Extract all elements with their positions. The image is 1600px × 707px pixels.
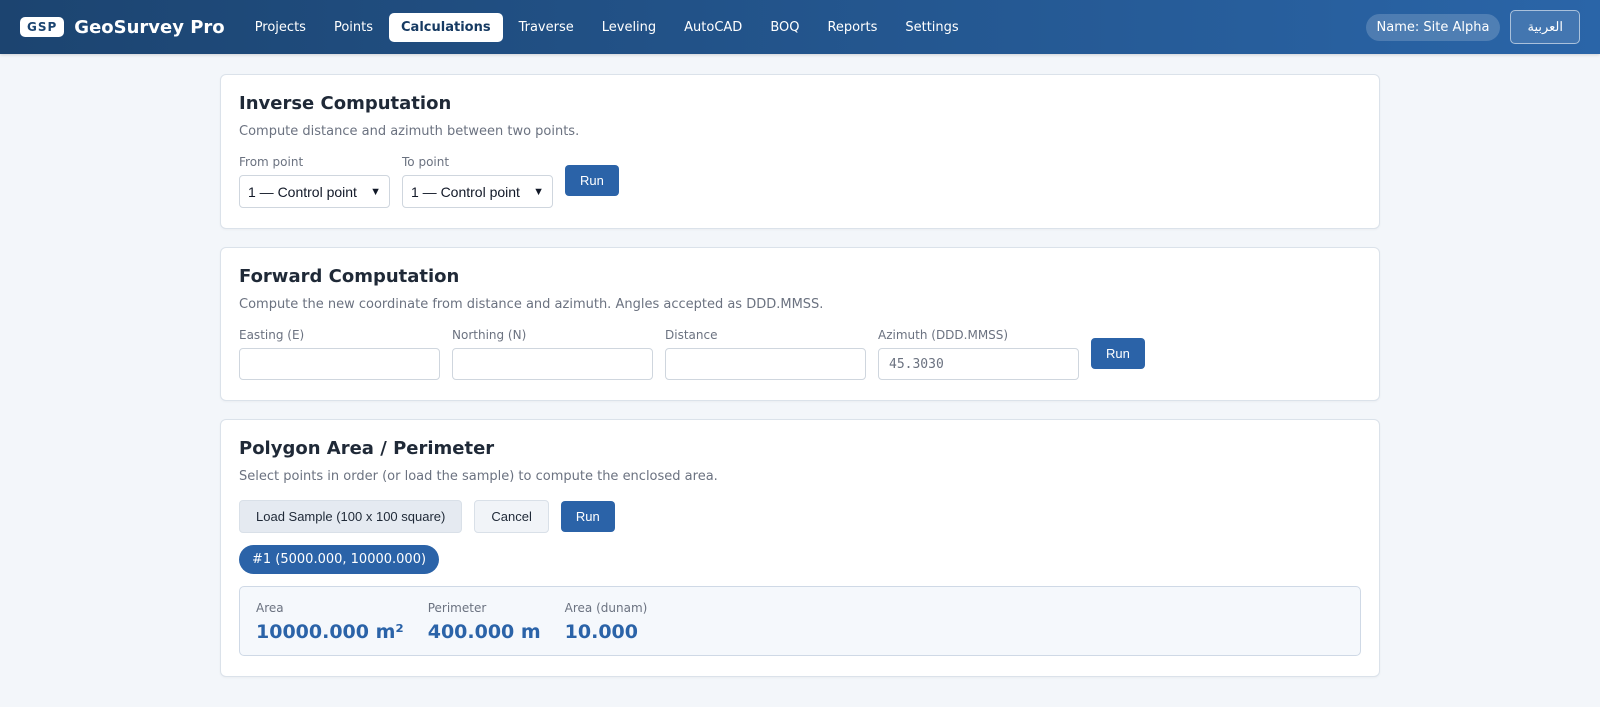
northing-field: Northing (N) — [452, 328, 653, 380]
perimeter-value: 400.000 m — [427, 621, 541, 643]
forward-run-button[interactable]: Run — [1091, 338, 1145, 369]
area-label: Area — [256, 601, 284, 615]
to-point-label: To point — [402, 155, 450, 169]
nav-item-autocad[interactable]: AutoCAD — [672, 13, 754, 42]
to-point-select[interactable]: 1 — Control point ▼ — [402, 175, 553, 208]
nav-item-traverse[interactable]: Traverse — [507, 13, 586, 42]
forward-title: Forward Computation — [239, 266, 460, 287]
language-toggle-button[interactable]: العربية — [1510, 10, 1580, 44]
chevron-down-icon: ▼ — [533, 185, 544, 198]
distance-input[interactable] — [665, 348, 866, 380]
load-sample-button[interactable]: Load Sample (100 x 100 square) — [239, 500, 463, 533]
cancel-button[interactable]: Cancel — [474, 500, 549, 533]
nav-item-reports[interactable]: Reports — [815, 13, 889, 42]
nav-item-settings[interactable]: Settings — [893, 13, 970, 42]
easting-label: Easting (E) — [239, 328, 305, 342]
calculations-page: Inverse Computation Compute distance and… — [220, 74, 1380, 677]
polygon-run-button[interactable]: Run — [560, 501, 615, 532]
area-value: 10000.000 m² — [256, 621, 404, 643]
polygon-results-panel: Area 10000.000 m² Perimeter 400.000 m Ar… — [239, 586, 1361, 656]
nav-item-points[interactable]: Points — [322, 13, 385, 42]
selected-point-chip[interactable]: #1 (5000.000, 10000.000) — [239, 545, 440, 574]
azimuth-input[interactable] — [878, 348, 1079, 380]
inverse-form: From point 1 — Control point ▼ To point … — [239, 155, 1361, 208]
top-navigation-bar: GSP GeoSurvey Pro Projects Points Calcul… — [0, 0, 1600, 54]
nav-item-calculations[interactable]: Calculations — [389, 12, 503, 42]
project-name-badge: Name: Site Alpha — [1365, 13, 1501, 41]
dunam-label: Area (dunam) — [564, 601, 648, 615]
forward-form: Easting (E) Northing (N) Distance Azimut… — [239, 328, 1361, 380]
northing-label: Northing (N) — [452, 328, 527, 342]
azimuth-label: Azimuth (DDD.MMSS) — [878, 328, 1009, 342]
inverse-description: Compute distance and azimuth between two… — [239, 124, 580, 139]
brand-logo-badge: GSP — [20, 17, 65, 37]
chevron-down-icon: ▼ — [370, 185, 381, 198]
perimeter-label: Perimeter — [427, 601, 487, 615]
inverse-title: Inverse Computation — [239, 93, 452, 114]
from-point-value: 1 — Control point — [248, 183, 357, 200]
nav-item-leveling[interactable]: Leveling — [590, 13, 668, 42]
nav-item-boq[interactable]: BOQ — [758, 13, 811, 42]
inverse-run-button[interactable]: Run — [565, 165, 619, 196]
selected-points-list: #1 (5000.000, 10000.000) — [239, 545, 1361, 574]
azimuth-field: Azimuth (DDD.MMSS) — [878, 328, 1079, 380]
inverse-computation-card: Inverse Computation Compute distance and… — [220, 74, 1380, 229]
brand[interactable]: GSP GeoSurvey Pro — [20, 17, 225, 38]
from-point-select[interactable]: 1 — Control point ▼ — [239, 175, 390, 208]
area-stat: Area 10000.000 m² — [256, 601, 404, 643]
from-point-label: From point — [239, 155, 304, 169]
polygon-title: Polygon Area / Perimeter — [239, 438, 495, 459]
from-point-field: From point 1 — Control point ▼ — [239, 155, 390, 208]
easting-field: Easting (E) — [239, 328, 440, 380]
easting-input[interactable] — [239, 348, 440, 380]
to-point-value: 1 — Control point — [411, 183, 520, 200]
brand-name: GeoSurvey Pro — [74, 16, 225, 38]
distance-field: Distance — [665, 328, 866, 380]
northing-input[interactable] — [452, 348, 653, 380]
to-point-field: To point 1 — Control point ▼ — [402, 155, 553, 208]
nav-item-projects[interactable]: Projects — [243, 13, 318, 42]
forward-description: Compute the new coordinate from distance… — [239, 297, 824, 312]
header-actions: Name: Site Alpha العربية — [1365, 10, 1580, 44]
forward-computation-card: Forward Computation Compute the new coor… — [220, 247, 1380, 401]
distance-label: Distance — [665, 328, 718, 342]
polygon-area-card: Polygon Area / Perimeter Select points i… — [220, 419, 1380, 677]
polygon-actions: Load Sample (100 x 100 square) Cancel Ru… — [239, 500, 1361, 533]
dunam-stat: Area (dunam) 10.000 — [565, 601, 648, 643]
dunam-value: 10.000 — [564, 621, 638, 643]
polygon-description: Select points in order (or load the samp… — [239, 469, 718, 484]
perimeter-stat: Perimeter 400.000 m — [428, 601, 541, 643]
main-nav: Projects Points Calculations Traverse Le… — [243, 12, 971, 42]
